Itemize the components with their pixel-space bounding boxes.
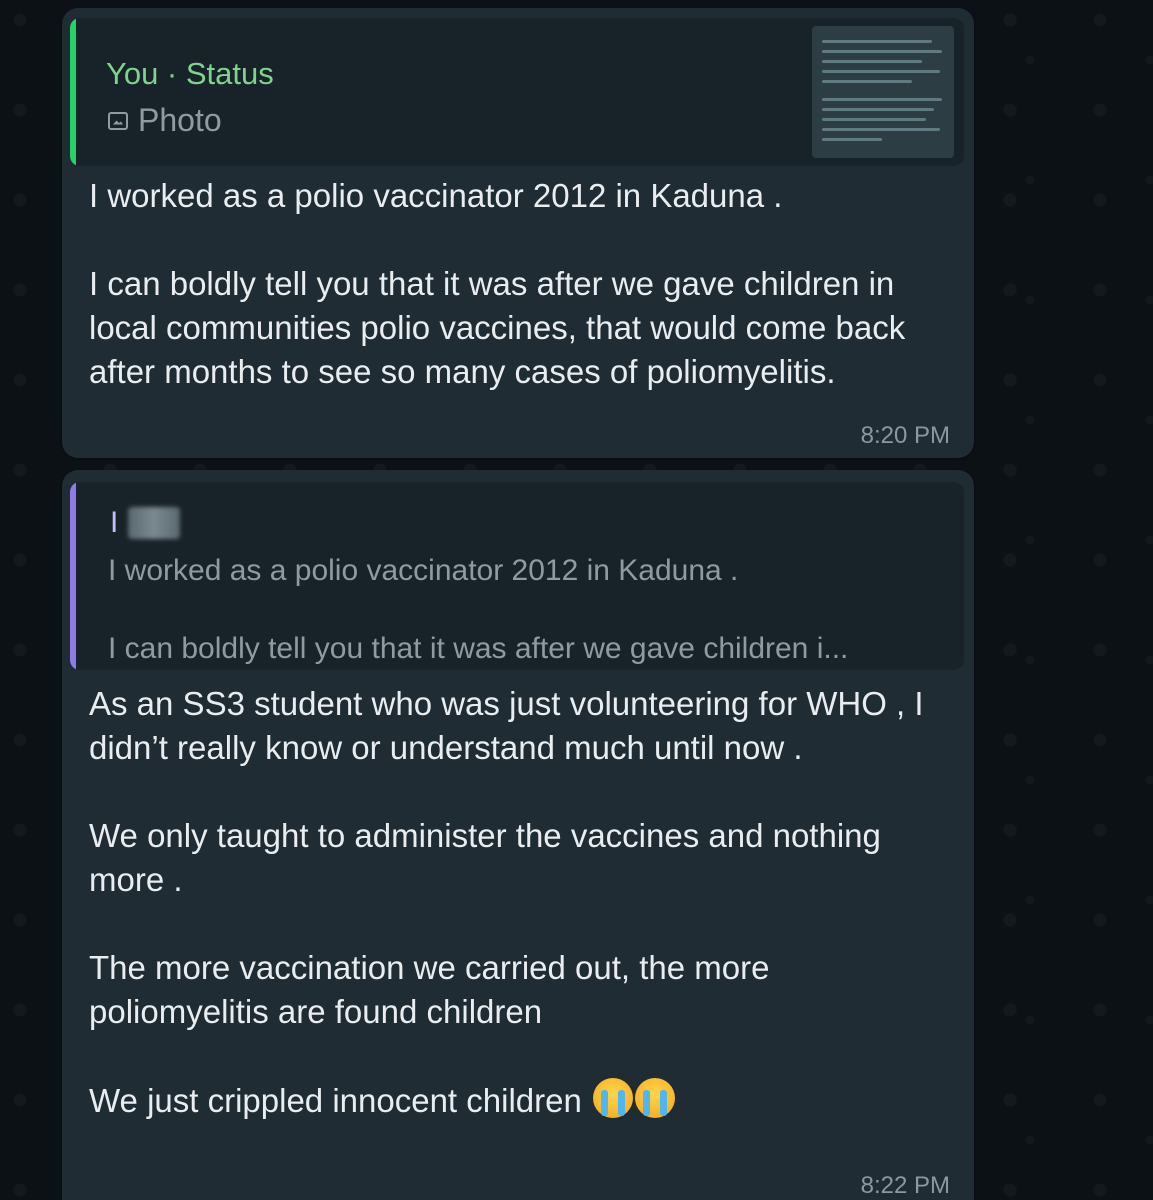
quote-line-1: I worked as a polio vaccinator 2012 in K…	[108, 554, 739, 587]
quote-author: You · Status	[106, 56, 274, 91]
message-body: As an SS3 student who was just volunteer…	[89, 685, 924, 1119]
reply-quote[interactable]: I I worked as a polio vaccinator 2012 in…	[70, 482, 964, 670]
quote-accent-bar	[70, 18, 76, 166]
quote-author: I	[110, 506, 181, 540]
quote-type: Photo	[108, 102, 222, 139]
quote-type-label: Photo	[138, 102, 222, 138]
quote-line-2: I can boldly tell you that it was after …	[108, 632, 849, 665]
loudly-crying-face-icon	[593, 1078, 633, 1118]
message-bubble[interactable]: You · Status Photo I worked as a polio v…	[62, 8, 974, 458]
message-timestamp: 8:20 PM	[860, 422, 950, 449]
quote-accent-bar	[70, 482, 76, 670]
quote-author-initial: I	[110, 506, 119, 539]
message-timestamp: 8:22 PM	[860, 1172, 950, 1199]
redacted-name	[128, 507, 181, 539]
message-text: I worked as a polio vaccinator 2012 in K…	[89, 177, 906, 390]
message-text: As an SS3 student who was just volunteer…	[89, 682, 949, 1123]
photo-icon	[108, 111, 128, 130]
status-reply-quote[interactable]: You · Status Photo	[70, 18, 964, 166]
status-photo-thumbnail[interactable]	[812, 26, 954, 158]
message-bubble[interactable]: I I worked as a polio vaccinator 2012 in…	[62, 470, 974, 1200]
loudly-crying-face-icon	[635, 1078, 675, 1118]
